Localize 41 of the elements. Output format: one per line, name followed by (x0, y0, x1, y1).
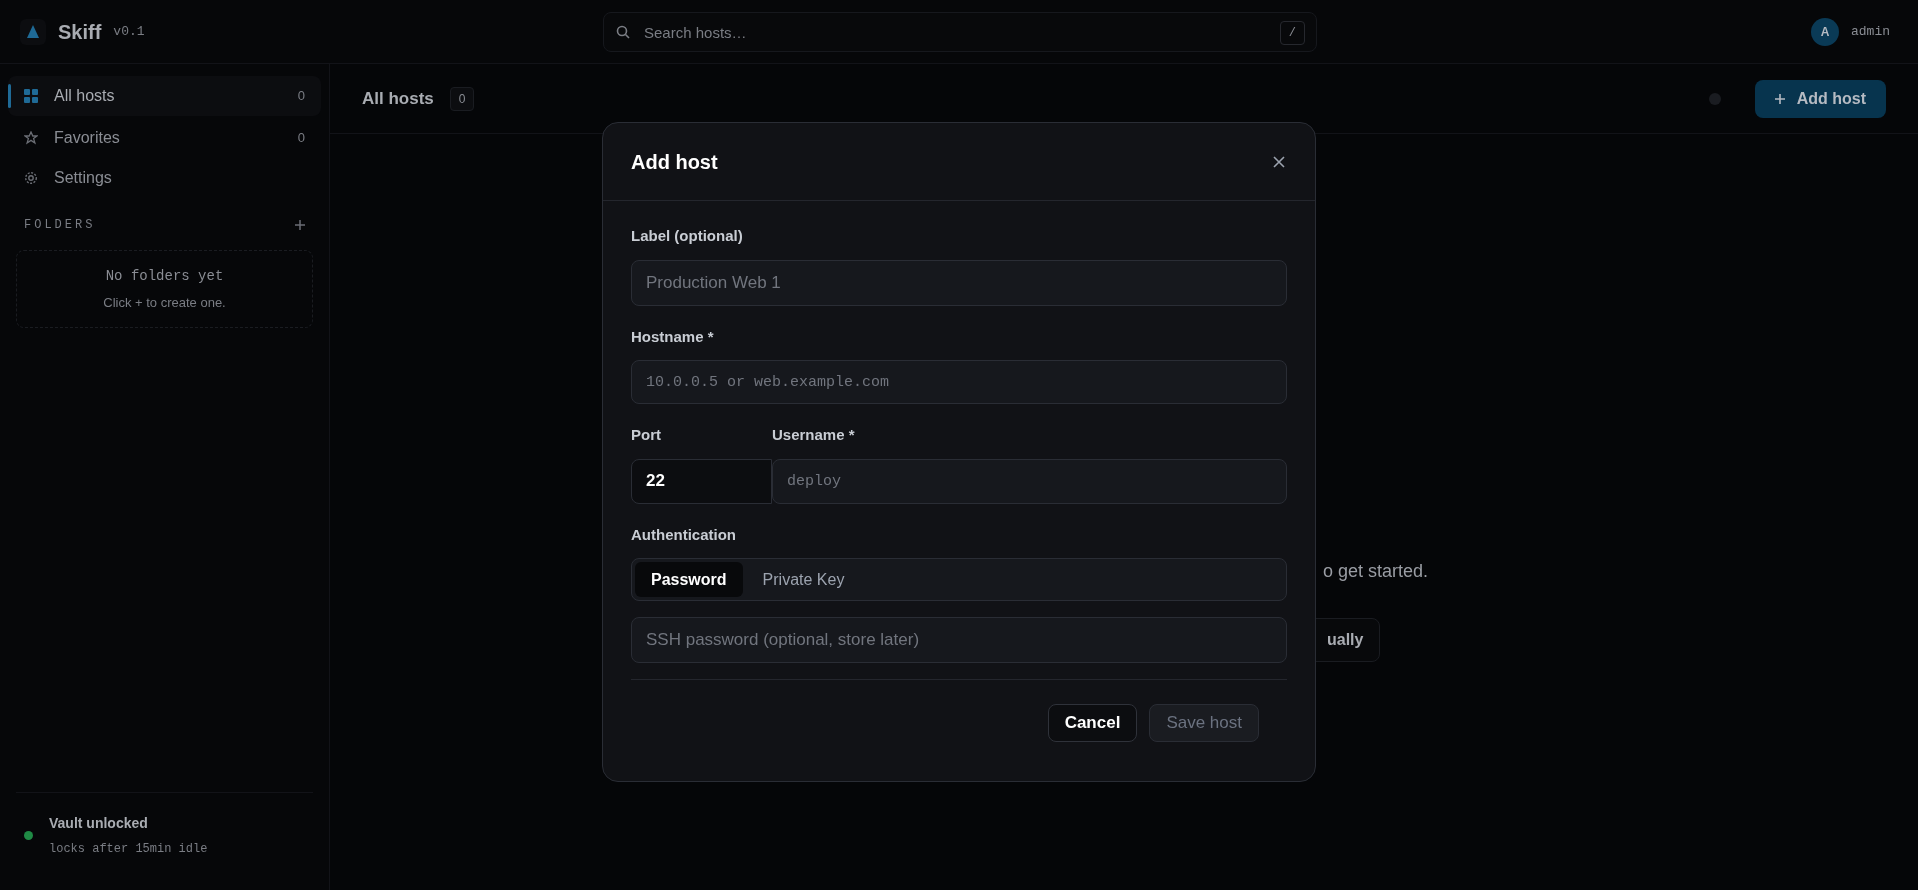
gear-icon (24, 171, 38, 185)
field-label: Authentication (631, 524, 737, 545)
label-input[interactable]: Production Web 1 (631, 259, 1287, 306)
count-badge: 0 (449, 86, 475, 111)
cancel-button[interactable]: Cancel (1047, 704, 1138, 742)
plus-icon[interactable] (295, 220, 305, 230)
item-count: 0 (297, 129, 305, 148)
sidebar-item[interactable]: All hosts 0 (8, 76, 321, 116)
sidebar-item[interactable]: Settings (8, 160, 321, 196)
user-avatar[interactable]: A (1811, 17, 1839, 46)
user-name: admin (1851, 22, 1890, 41)
app-name: Skiff (58, 19, 102, 45)
page-title: All hosts (362, 87, 434, 110)
grid-icon (24, 89, 38, 103)
empty-title: No folders yet (105, 266, 224, 286)
vault-detail: locks after 15min idle (49, 841, 208, 858)
shortcut-key: / (1279, 21, 1305, 45)
auth-tab[interactable]: Password (635, 562, 743, 597)
close-icon[interactable] (1271, 153, 1287, 170)
port-input[interactable]: 22 (631, 458, 772, 504)
password-input[interactable]: SSH password (optional, store later) (631, 617, 1287, 663)
star-icon (24, 131, 38, 145)
plus-icon (1774, 93, 1785, 104)
empty-hint: Click + to create one. (103, 293, 226, 312)
hostname-input[interactable]: 10.0.0.5 or web.example.com (631, 360, 1287, 404)
search-icon (615, 24, 631, 40)
auth-tab[interactable]: Private Key (746, 562, 861, 597)
add-host-button[interactable]: Add host (1754, 79, 1886, 118)
dialog-title: Add host (631, 149, 718, 175)
field-label: Port (631, 425, 662, 445)
logo-icon (20, 18, 46, 45)
username-input[interactable]: deploy (772, 458, 1287, 504)
section-heading: FOLDERS (24, 217, 96, 234)
field-label: Hostname * (631, 326, 715, 347)
field-label: Label (optional) (631, 226, 744, 246)
vault-status: Vault unlocked (49, 814, 149, 833)
item-count: 0 (297, 87, 305, 106)
sidebar-item[interactable]: Favorites 0 (8, 120, 321, 156)
empty-state-text: o get started. (1323, 560, 1429, 583)
app-version: v0.1 (113, 22, 145, 41)
field-label: Username * (772, 425, 856, 445)
